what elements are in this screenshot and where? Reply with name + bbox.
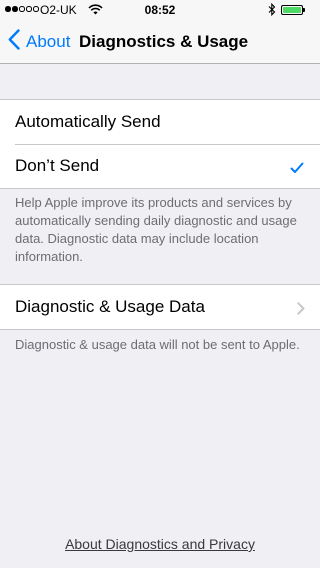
battery-icon — [281, 5, 303, 15]
back-button-label: About — [26, 31, 71, 51]
send-options-group: Automatically Send Don’t Send — [0, 99, 320, 189]
battery-fill — [283, 7, 301, 13]
page-title: Diagnostics & Usage — [79, 32, 249, 51]
navigation-bar: About Diagnostics & Usage — [0, 20, 320, 64]
battery-tip — [303, 8, 305, 12]
chevron-right-icon — [297, 300, 305, 320]
option-automatically-send[interactable]: Automatically Send — [0, 100, 320, 144]
row-label: Diagnostic & Usage Data — [15, 297, 205, 316]
option-label: Automatically Send — [15, 112, 161, 131]
bluetooth-icon — [268, 2, 276, 19]
option-label: Don’t Send — [15, 156, 100, 175]
status-bar: O2-UK 08:52 — [0, 0, 320, 20]
usage-data-footer: Diagnostic & usage data will not be sent… — [15, 337, 300, 352]
back-button[interactable]: About — [8, 20, 70, 63]
about-diagnostics-privacy-link[interactable]: About Diagnostics and Privacy — [0, 536, 320, 552]
chevron-left-icon — [8, 28, 20, 55]
diagnostic-usage-data-row[interactable]: Diagnostic & Usage Data — [0, 285, 320, 329]
send-options-footer: Help Apple improve its products and serv… — [15, 195, 297, 264]
option-dont-send[interactable]: Don’t Send — [0, 144, 320, 188]
checkmark-icon — [290, 159, 304, 179]
usage-data-group: Diagnostic & Usage Data — [0, 284, 320, 330]
